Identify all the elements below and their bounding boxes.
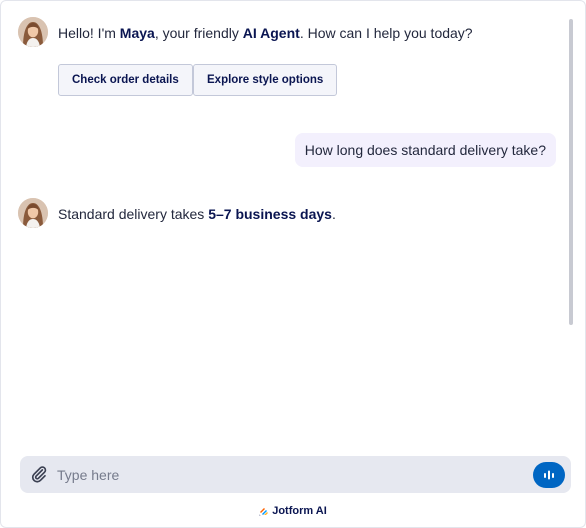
powered-by-brand[interactable]: Jotform AI [1, 505, 585, 517]
reply-text: . [331, 206, 336, 222]
greeting-text: . How can I help you today? [299, 25, 473, 41]
agent-avatar [18, 198, 48, 228]
waveform-icon [544, 470, 554, 480]
quick-reply-check-order[interactable]: Check order details [58, 64, 193, 96]
greeting-text: Hello! I'm [58, 25, 120, 41]
agent-name: Maya [119, 25, 155, 41]
user-message-text: How long does standard delivery take? [304, 142, 546, 158]
jotform-logo-icon [259, 508, 269, 516]
delivery-time: 5–7 business days [208, 206, 332, 222]
message-composer [20, 456, 571, 493]
scrollbar[interactable] [569, 19, 573, 325]
quick-reply-label: Explore style options [207, 74, 324, 86]
chat-window: Hello! I'm Maya, your friendly AI Agent.… [0, 0, 586, 528]
reply-text: Standard delivery takes [58, 206, 209, 222]
quick-reply-label: Check order details [72, 74, 179, 86]
greeting-text: , your friendly [154, 25, 243, 41]
agent-role: AI Agent [242, 25, 300, 41]
agent-reply-message: Standard delivery takes 5–7 business day… [58, 205, 336, 223]
agent-greeting-message: Hello! I'm Maya, your friendly AI Agent.… [58, 24, 473, 42]
user-message-bubble: How long does standard delivery take? [294, 133, 556, 167]
voice-button[interactable] [533, 462, 565, 488]
paperclip-icon[interactable] [30, 465, 48, 483]
agent-portrait-icon [18, 198, 48, 228]
quick-reply-explore-style[interactable]: Explore style options [193, 64, 338, 96]
agent-portrait-icon [18, 17, 48, 47]
agent-avatar [18, 17, 48, 47]
message-input[interactable] [57, 456, 527, 493]
brand-label: Jotform AI [272, 505, 327, 517]
